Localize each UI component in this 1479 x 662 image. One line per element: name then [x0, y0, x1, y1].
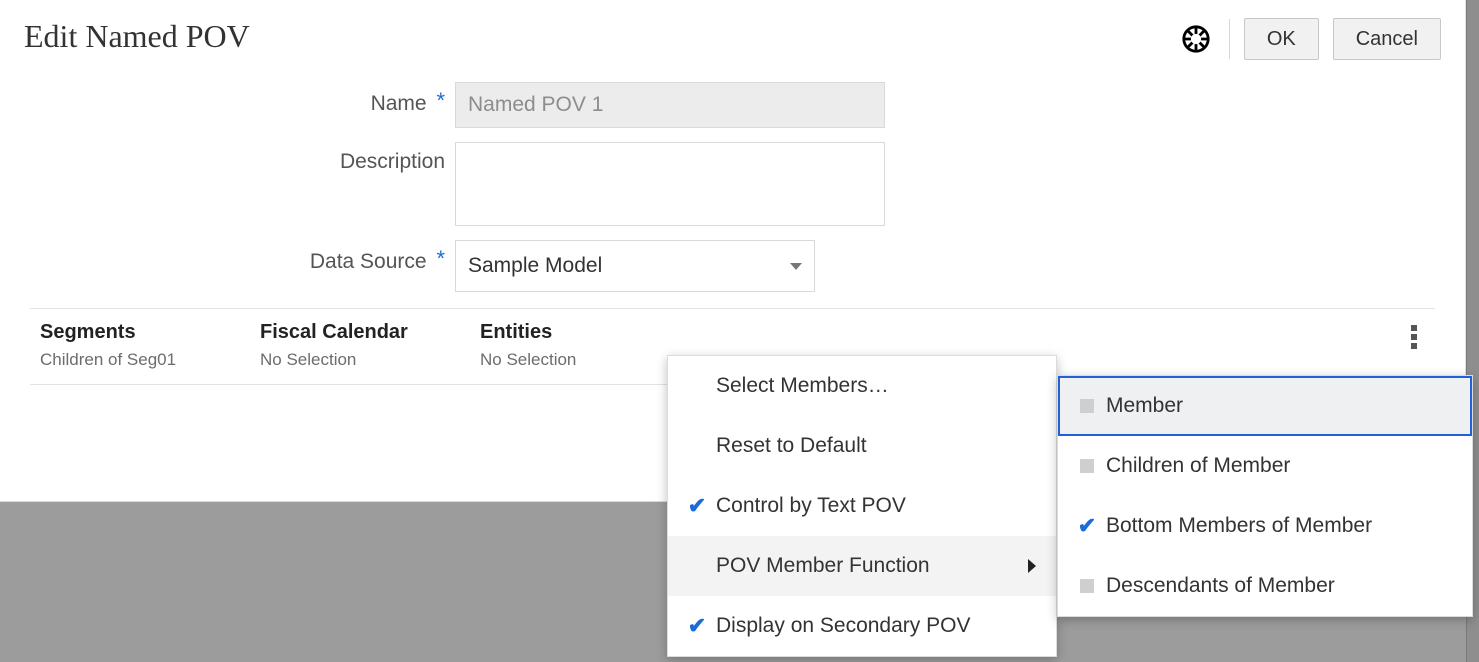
square-icon [1080, 399, 1094, 413]
menu-item-reset-default[interactable]: Reset to Default [668, 416, 1056, 476]
menu-item-label: POV Member Function [716, 554, 930, 578]
submenu-arrow-icon [1028, 559, 1036, 573]
menu-item-control-by-text-pov[interactable]: ✔ Control by Text POV [668, 476, 1056, 536]
description-field[interactable] [455, 142, 885, 226]
square-icon [1080, 459, 1094, 473]
caret-down-icon [790, 263, 802, 270]
help-icon[interactable] [1181, 24, 1211, 54]
menu-item-label: Children of Member [1106, 454, 1290, 478]
menu-item-label: Display on Secondary POV [716, 614, 970, 638]
dialog-title: Edit Named POV [24, 18, 1181, 55]
menu-item-select-members[interactable]: Select Members… [668, 356, 1056, 416]
submenu-item-descendants[interactable]: Descendants of Member [1058, 556, 1472, 616]
menu-item-label: Control by Text POV [716, 494, 906, 518]
dimension-value: Children of Seg01 [40, 350, 260, 370]
datasource-select[interactable]: Sample Model [455, 240, 815, 292]
check-icon: ✔ [688, 493, 706, 519]
dimension-actions [1411, 321, 1435, 349]
dimension-context-menu: Select Members… Reset to Default ✔ Contr… [667, 355, 1057, 657]
form-row-name: Name * [0, 82, 1465, 128]
dimension-value: No Selection [260, 350, 480, 370]
datasource-value: Sample Model [468, 254, 602, 278]
datasource-label-text: Data Source [310, 250, 427, 273]
datasource-label: Data Source * [0, 240, 455, 274]
name-label-text: Name [371, 92, 427, 115]
submenu-item-bottom-members[interactable]: ✔ Bottom Members of Member [1058, 496, 1472, 556]
menu-item-pov-member-function[interactable]: POV Member Function [668, 536, 1056, 596]
name-label: Name * [0, 82, 455, 116]
form-row-datasource: Data Source * Sample Model [0, 240, 1465, 292]
header-actions: OK Cancel [1181, 18, 1441, 60]
dimension-head: Entities [480, 321, 700, 344]
required-indicator: * [436, 246, 445, 271]
dimension-head: Segments [40, 321, 260, 344]
square-icon [1080, 579, 1094, 593]
menu-item-label: Reset to Default [716, 434, 867, 458]
kebab-icon[interactable] [1411, 325, 1417, 349]
ok-button[interactable]: OK [1244, 18, 1319, 60]
pov-member-function-submenu: Member Children of Member ✔ Bottom Membe… [1057, 375, 1473, 617]
description-label: Description [0, 142, 455, 174]
name-field[interactable] [455, 82, 885, 128]
dimension-segments[interactable]: Segments Children of Seg01 [40, 321, 260, 370]
submenu-item-children-of-member[interactable]: Children of Member [1058, 436, 1472, 496]
header-separator [1229, 19, 1230, 59]
menu-item-display-secondary-pov[interactable]: ✔ Display on Secondary POV [668, 596, 1056, 656]
check-icon: ✔ [1078, 513, 1096, 539]
dialog-header: Edit Named POV OK Cancel [0, 0, 1465, 60]
menu-item-label: Select Members… [716, 374, 889, 398]
cancel-button[interactable]: Cancel [1333, 18, 1441, 60]
menu-item-label: Member [1106, 394, 1183, 418]
required-indicator: * [436, 88, 445, 113]
dimension-fiscal-calendar[interactable]: Fiscal Calendar No Selection [260, 321, 480, 370]
menu-item-label: Descendants of Member [1106, 574, 1335, 598]
form-row-description: Description [0, 142, 1465, 226]
dimension-head: Fiscal Calendar [260, 321, 480, 344]
check-icon: ✔ [688, 613, 706, 639]
submenu-item-member[interactable]: Member [1058, 376, 1472, 436]
form-area: Name * Description Data Source * Sample … [0, 82, 1465, 292]
menu-item-label: Bottom Members of Member [1106, 514, 1372, 538]
